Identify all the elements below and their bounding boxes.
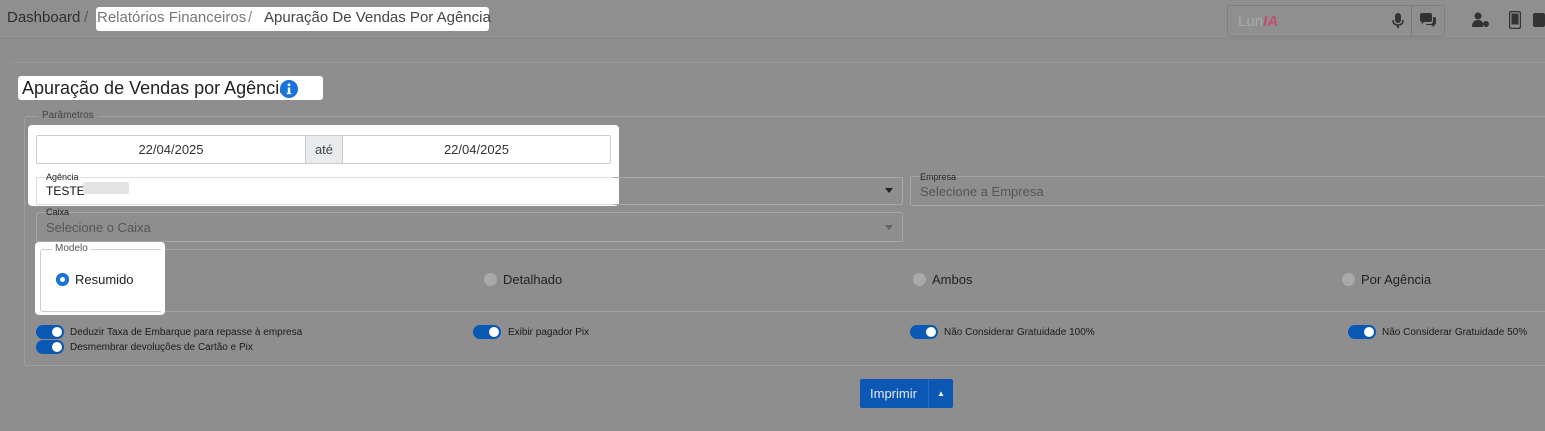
print-button[interactable]: Imprimir ▲ (860, 379, 953, 408)
toggle-exibir-pagador[interactable] (473, 325, 501, 339)
date-to-input[interactable]: 22/04/2025 (343, 136, 610, 163)
redacted-text (83, 182, 129, 194)
toggle-label-deduzir-taxa: Deduzir Taxa de Embarque para repasse à … (70, 327, 303, 338)
toggle-label-exibir-pagador: Exibir pagador Pix (508, 327, 590, 338)
date-range: 22/04/2025 até 22/04/2025 (36, 135, 611, 164)
assistant-search[interactable]: LunIA (1227, 5, 1445, 37)
parameters-legend: Parâmetros (38, 110, 98, 121)
agencia-label: Agência (46, 172, 79, 182)
chevron-down-icon (885, 188, 893, 193)
print-button-label: Imprimir (870, 386, 917, 401)
toggle-gratuidade-100[interactable] (910, 325, 938, 339)
toggle-label-gratuidade-100: Não Considerar Gratuidade 100% (944, 327, 1095, 338)
breadcrumb-separator: / (248, 9, 253, 26)
radio-por-agencia[interactable] (1342, 273, 1355, 286)
caixa-label: Caixa (46, 207, 70, 217)
menu-icon[interactable] (1533, 13, 1545, 27)
toggle-label-gratuidade-50: Não Considerar Gratuidade 50% (1382, 327, 1528, 338)
toggle-desmembrar[interactable] (36, 340, 64, 354)
mobile-icon[interactable] (1509, 11, 1521, 29)
breadcrumb-home[interactable]: Dashboard (7, 9, 80, 26)
date-range-separator: até (305, 136, 343, 163)
radio-label-detalhado: Detalhado (503, 272, 563, 287)
microphone-icon[interactable] (1391, 13, 1405, 29)
user-settings-icon[interactable] (1472, 12, 1490, 28)
chevron-down-icon (885, 225, 893, 230)
info-icon[interactable] (280, 80, 298, 98)
empresa-label: Empresa (920, 172, 957, 182)
toggle-label-desmembrar: Desmembrar devoluções de Cartão e Pix (70, 342, 253, 353)
caixa-select[interactable] (36, 212, 903, 242)
radio-label-resumido: Resumido (75, 272, 134, 287)
modelo-legend: Modelo (52, 243, 91, 254)
toggle-gratuidade-50[interactable] (1348, 325, 1376, 339)
radio-ambos[interactable] (913, 273, 926, 286)
radio-label-ambos: Ambos (932, 272, 973, 287)
breadcrumb-separator: / (84, 9, 89, 26)
empresa-placeholder: Selecione a Empresa (920, 184, 1044, 199)
caixa-placeholder: Selecione o Caixa (46, 220, 151, 235)
agencia-value: TESTE (46, 184, 85, 198)
radio-resumido[interactable] (56, 273, 69, 286)
divider (1411, 6, 1412, 36)
assistant-input[interactable]: LunIA (1238, 13, 1278, 30)
date-from-input[interactable]: 22/04/2025 (37, 136, 305, 163)
modelo-fieldset (36, 249, 1545, 312)
breadcrumb-parent[interactable]: Relatórios Financeiros (97, 9, 246, 26)
chat-icon[interactable] (1419, 13, 1437, 29)
page-title: Apuração de Vendas por Agência (22, 78, 290, 98)
radio-detalhado[interactable] (484, 273, 497, 286)
radio-label-por-agencia: Por Agência (1361, 272, 1432, 287)
toggle-deduzir-taxa[interactable] (36, 325, 64, 339)
caret-up-icon[interactable]: ▲ (929, 389, 953, 398)
breadcrumb-current: Apuração De Vendas Por Agência (264, 9, 491, 26)
